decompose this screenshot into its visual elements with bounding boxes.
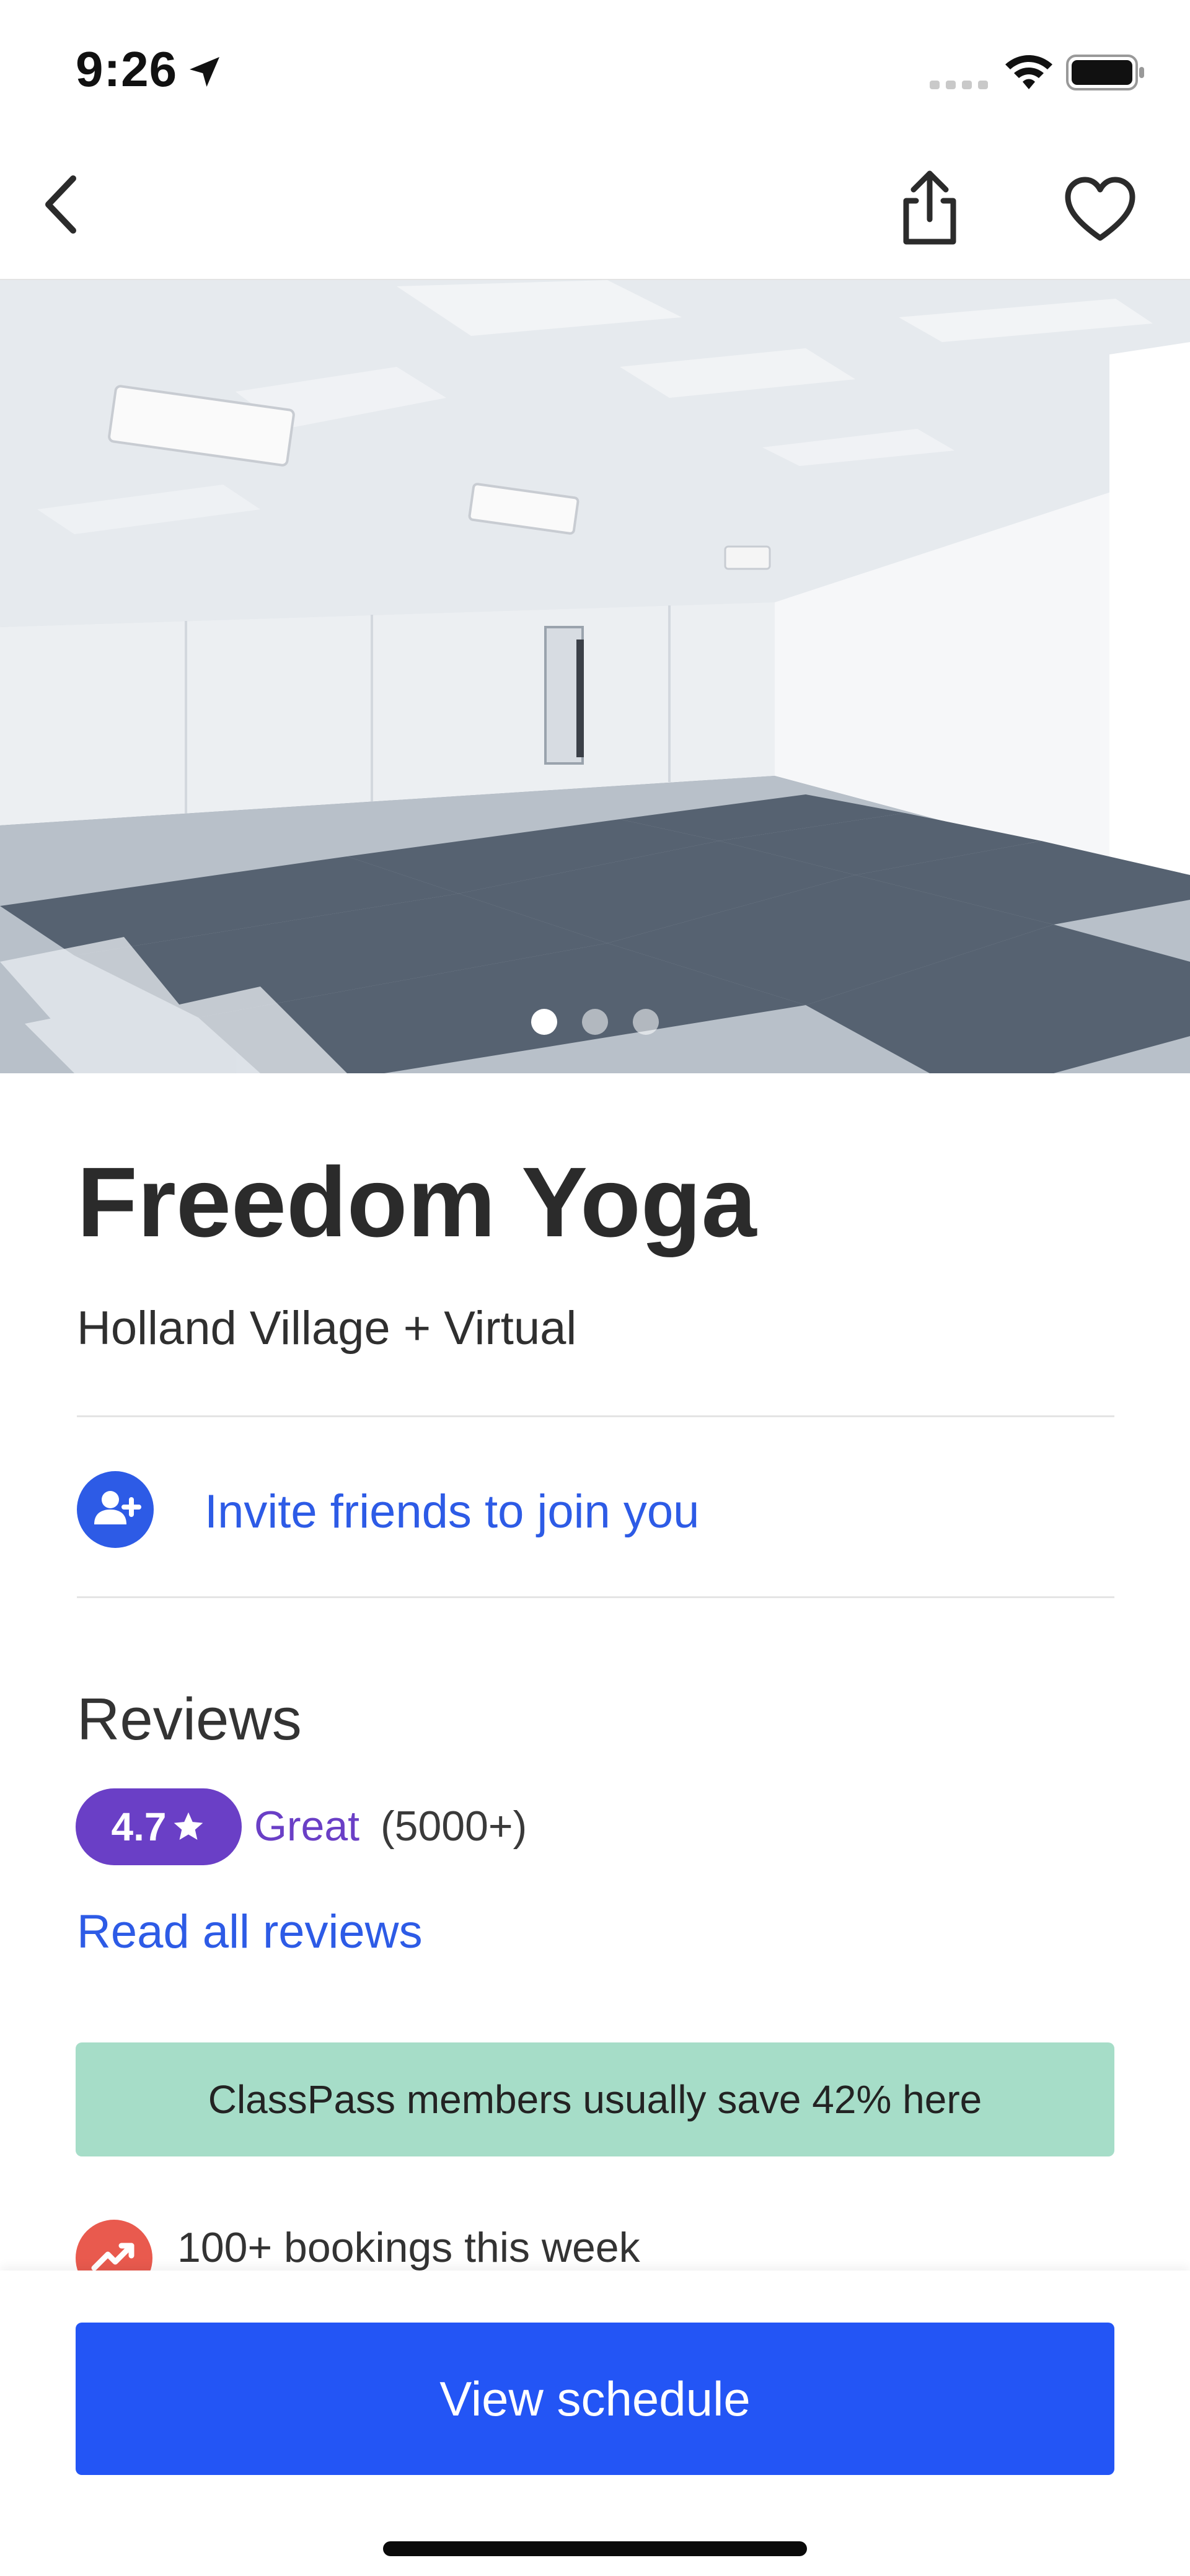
add-person-icon <box>77 1471 154 1548</box>
rating-value: 4.7 <box>111 1805 167 1849</box>
rating-badge: 4.7 <box>76 1788 242 1865</box>
cellular-signal-icon <box>930 81 988 89</box>
bookings-text: 100+ bookings this week <box>177 2224 640 2271</box>
home-indicator[interactable] <box>383 2541 807 2556</box>
battery-icon <box>1066 55 1144 90</box>
studio-photo-illustration <box>0 280 1190 1073</box>
invite-friends-label: Invite friends to join you <box>205 1485 700 1538</box>
navigation-bar <box>0 143 1190 281</box>
chevron-left-icon[interactable] <box>37 167 87 242</box>
savings-text: ClassPass members usually save 42% here <box>208 2077 982 2122</box>
heart-icon[interactable] <box>1063 174 1137 248</box>
carousel-dot[interactable] <box>582 1009 608 1035</box>
share-icon[interactable] <box>892 167 967 248</box>
divider <box>77 1596 1114 1598</box>
review-count: (5000+) <box>381 1803 527 1850</box>
location-arrow-icon <box>190 57 219 87</box>
status-time: 9:26 <box>76 42 178 97</box>
carousel-indicator <box>0 1009 1190 1036</box>
star-icon <box>174 1812 203 1840</box>
invite-friends-button[interactable]: Invite friends to join you <box>77 1436 1114 1583</box>
studio-location: Holland Village + Virtual <box>77 1302 577 1355</box>
bottom-action-bar: View schedule <box>0 2270 1190 2576</box>
rating-label: Great <box>254 1803 360 1850</box>
studio-photo[interactable] <box>0 280 1190 1073</box>
read-all-reviews-link[interactable]: Read all reviews <box>77 1905 423 1959</box>
reviews-heading: Reviews <box>77 1686 302 1752</box>
studio-name: Freedom Yoga <box>77 1146 757 1257</box>
carousel-dot[interactable] <box>633 1009 659 1035</box>
divider <box>77 1415 1114 1417</box>
savings-banner: ClassPass members usually save 42% here <box>76 2042 1114 2156</box>
status-bar: 9:26 <box>0 0 1190 143</box>
view-schedule-button[interactable]: View schedule <box>76 2323 1114 2475</box>
carousel-dot[interactable] <box>531 1009 557 1035</box>
bookings-info: 100+ bookings this week <box>76 2217 1114 2279</box>
wifi-icon <box>1005 55 1052 89</box>
